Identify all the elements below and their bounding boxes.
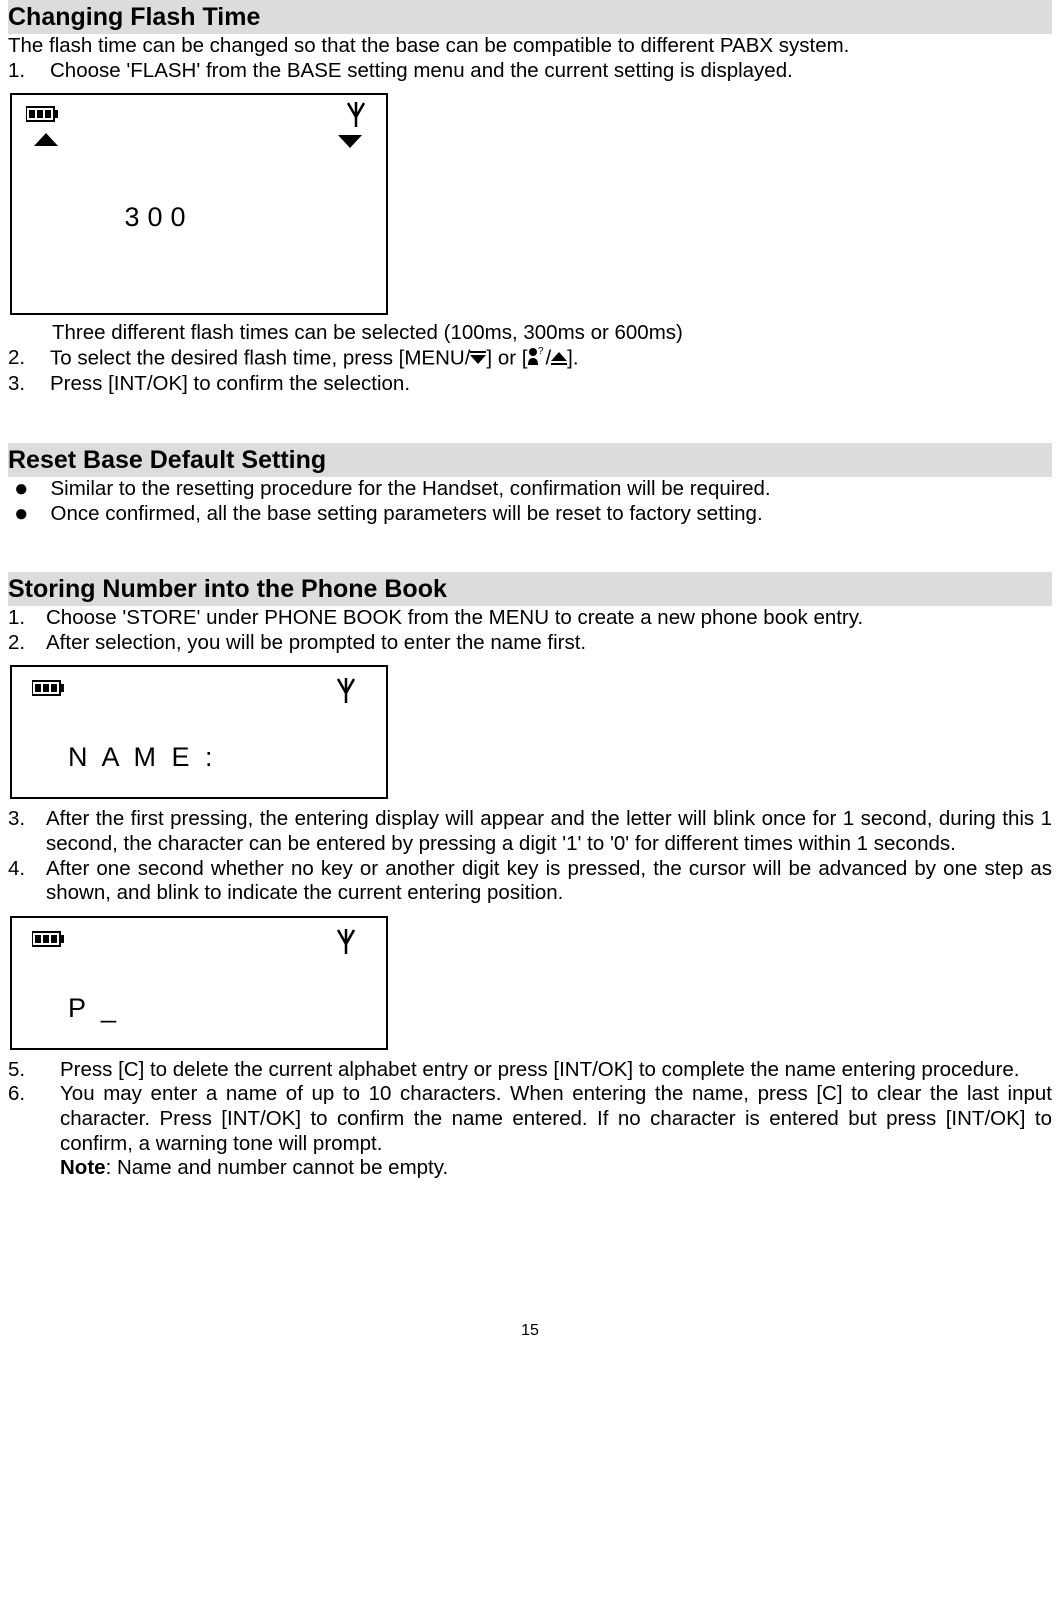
store-s5: Press [C] to delete the current alphabet… [60,1058,1019,1083]
flash-intro: The flash time can be changed so that th… [8,34,1052,59]
list-num: 1. [8,59,42,84]
list-num: 2. [8,631,38,656]
flash-step3: Press [INT/OK] to confirm the selection. [50,372,410,397]
menu-down-icon [470,347,486,372]
up-arrow-icon [551,347,567,372]
list-num: 6. [8,1082,52,1180]
bullet-icon: ● [14,477,29,502]
section-header-store: Storing Number into the Phone Book [8,572,1052,606]
bullet-icon: ● [14,502,29,527]
reset-b1: Similar to the resetting procedure for t… [51,477,771,502]
store-s1: Choose 'STORE' under PHONE BOOK from the… [46,606,863,631]
list-num: 5. [8,1058,52,1083]
reset-b2: Once confirmed, all the base setting par… [51,502,763,527]
list-num: 2. [8,346,42,373]
flash-step1: Choose 'FLASH' from the BASE setting men… [50,59,793,84]
antenna-icon [336,675,356,705]
lcd-value: 300 [0,201,386,233]
phonebook-icon: ? [527,346,545,373]
lcd-display-name: N A M E : [10,665,388,799]
flash-times-note: Three different flash times can be selec… [8,321,1052,346]
store-s6: You may enter a name of up to 10 charact… [60,1082,1052,1180]
store-s2: After selection, you will be prompted to… [46,631,586,656]
flash-step2: To select the desired flash time, press … [50,346,579,373]
list-num: 3. [8,807,38,856]
battery-icon [32,930,66,948]
note-text: : Name and number cannot be empty. [106,1156,449,1179]
antenna-icon [346,99,366,129]
list-num: 1. [8,606,38,631]
triangle-up-icon [34,133,58,147]
battery-icon [26,105,60,123]
store-s3: After the first pressing, the entering d… [46,807,1052,856]
lcd-name-text: N A M E : [68,741,217,773]
note-label: Note [60,1156,106,1179]
lcd-display-flash: 300 [10,93,388,315]
store-s4: After one second whether no key or anoth… [46,857,1052,906]
lcd-display-p: P _ [10,916,388,1050]
triangle-down-icon [338,135,362,149]
svg-text:?: ? [538,346,544,357]
battery-icon [32,679,66,697]
section-header-reset: Reset Base Default Setting [8,443,1052,477]
antenna-icon [336,926,356,956]
lcd-p-text: P _ [68,992,120,1024]
section-header-flash: Changing Flash Time [8,0,1052,34]
list-num: 4. [8,857,38,906]
page-number: 15 [8,1321,1052,1340]
list-num: 3. [8,372,42,397]
